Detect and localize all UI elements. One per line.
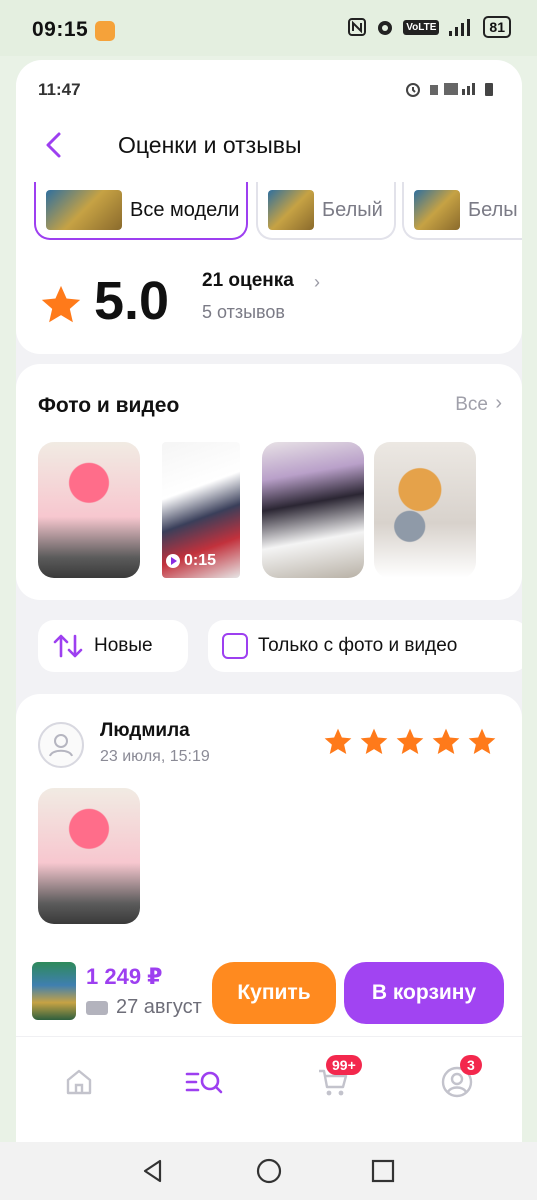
system-time: 09:15 xyxy=(32,18,89,41)
rating-value: 5.0 xyxy=(94,271,170,331)
sort-arrows-icon xyxy=(53,634,83,658)
model-chip-label: Белый xyxy=(322,198,383,221)
header-card: Оценки и отзывы Все модели Белый Белы 5.… xyxy=(16,118,522,354)
product-thumbnail xyxy=(46,190,122,230)
signal-icon xyxy=(430,83,475,95)
video-duration: 0:15 xyxy=(166,552,216,570)
star-icon xyxy=(360,728,388,754)
product-thumbnail xyxy=(414,190,460,230)
model-chip-label: Белы xyxy=(468,198,518,221)
volte-icon: VoLTE xyxy=(403,19,440,35)
product-thumbnail xyxy=(268,190,314,230)
buy-button[interactable]: Купить xyxy=(212,962,336,1024)
battery-icon xyxy=(485,83,493,96)
star-icon xyxy=(432,728,460,754)
photo-only-label: Только с фото и видео xyxy=(258,635,458,656)
recents-square-icon[interactable] xyxy=(370,1158,396,1184)
inner-status-bar: 11:47 xyxy=(16,60,522,118)
media-card: Фото и видео Все › 0:15 xyxy=(16,364,522,600)
chevron-right-icon[interactable]: › xyxy=(495,392,502,415)
star-icon xyxy=(396,728,424,754)
profile-badge: 3 xyxy=(460,1055,482,1075)
notification-icon xyxy=(95,21,115,41)
media-thumbnail[interactable] xyxy=(38,442,140,578)
system-status-bar: 09:15 VoLTE 81 xyxy=(0,0,537,56)
media-thumbnail[interactable] xyxy=(262,442,364,578)
photo-only-filter[interactable]: Только с фото и видео xyxy=(208,620,522,672)
video-thumbnail[interactable]: 0:15 xyxy=(162,442,240,578)
review-date: 23 июля, 15:19 xyxy=(100,748,210,765)
media-all-link[interactable]: Все xyxy=(455,394,488,416)
media-title: Фото и видео xyxy=(38,394,180,417)
model-chip-white[interactable]: Белый xyxy=(256,182,396,240)
star-icon xyxy=(41,285,81,323)
star-icon xyxy=(468,728,496,754)
signal-icon xyxy=(449,19,471,36)
profile-tab[interactable]: 3 xyxy=(440,1055,482,1099)
alarm-icon xyxy=(406,83,420,97)
product-thumbnail xyxy=(32,962,76,1020)
cart-tab[interactable]: 99+ xyxy=(316,1055,362,1099)
review-photo[interactable] xyxy=(38,788,140,924)
model-chip-label: Все модели xyxy=(130,198,240,221)
inner-status-icons xyxy=(404,80,494,98)
add-to-cart-button[interactable]: В корзину xyxy=(344,962,504,1024)
media-thumbnail[interactable] xyxy=(374,442,476,578)
rating-count-link[interactable]: 21 оценка xyxy=(202,270,294,292)
star-icon xyxy=(324,728,352,754)
back-arrow-icon[interactable] xyxy=(40,130,70,160)
delivery-date: 27 август xyxy=(86,996,216,1019)
buy-bar: 1 249 ₽ 27 август Купить В корзину xyxy=(16,950,522,1036)
home-circle-icon[interactable] xyxy=(256,1158,282,1184)
delivery-date-text: 27 август xyxy=(116,996,202,1018)
photo-only-checkbox[interactable] xyxy=(222,633,248,659)
avatar xyxy=(38,722,84,768)
catalog-search-icon[interactable] xyxy=(184,1065,224,1099)
page-title: Оценки и отзывы xyxy=(118,132,302,158)
chevron-right-icon[interactable]: › xyxy=(314,272,320,293)
model-chip-white-2[interactable]: Белы xyxy=(402,182,522,240)
inner-time: 11:47 xyxy=(38,80,81,99)
reviews-count: 5 отзывов xyxy=(202,302,285,322)
rating-summary: 5.0 21 оценка › 5 отзывов xyxy=(38,270,508,340)
sort-label: Новые xyxy=(94,635,153,656)
nfc-icon xyxy=(348,18,367,36)
bottom-tab-bar: 99+ 3 xyxy=(16,1036,522,1142)
alarm-icon xyxy=(378,21,393,35)
sort-new-button[interactable]: Новые xyxy=(38,620,188,672)
system-status-icons: VoLTE 81 xyxy=(347,16,511,38)
system-navigation-bar xyxy=(0,1142,537,1200)
product-price: 1 249 ₽ xyxy=(86,964,163,989)
home-icon[interactable] xyxy=(62,1065,96,1099)
user-icon xyxy=(49,734,73,757)
play-icon xyxy=(166,554,180,568)
video-duration-text: 0:15 xyxy=(184,552,217,569)
review-author: Людмила xyxy=(100,720,190,741)
truck-icon xyxy=(86,1000,108,1015)
model-chip-all[interactable]: Все модели xyxy=(34,182,248,240)
battery-icon: 81 xyxy=(483,16,511,38)
back-triangle-icon[interactable] xyxy=(140,1158,166,1184)
cart-badge: 99+ xyxy=(326,1055,362,1075)
review-stars xyxy=(322,726,498,758)
app-screen: 11:47 Оценки и отзывы Все модели Белый Б… xyxy=(16,60,522,1142)
